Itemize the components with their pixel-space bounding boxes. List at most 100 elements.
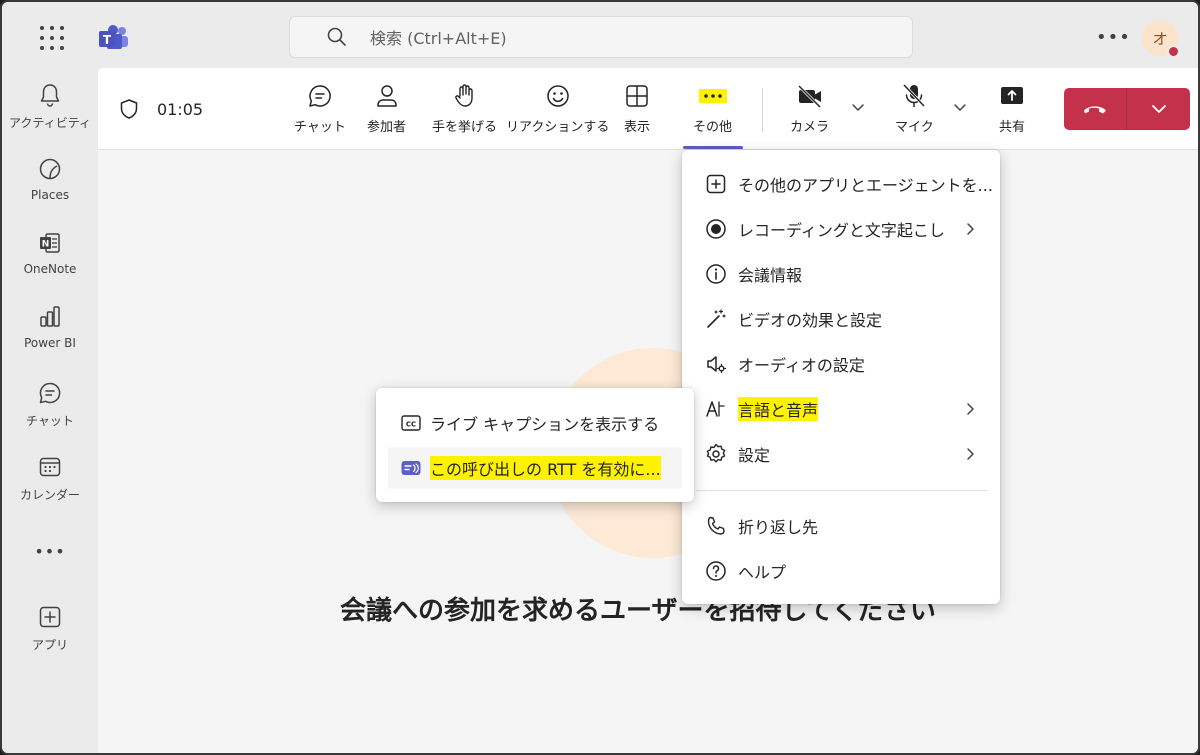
- avatar[interactable]: オ: [1142, 20, 1180, 58]
- menu-item-recording[interactable]: レコーディングと文字起こし: [682, 209, 1000, 249]
- chevron-right-icon: [967, 223, 974, 235]
- more-horizontal-icon: [698, 89, 727, 103]
- submenu-item-rtt[interactable]: この呼び出しの RTT を有効に...: [388, 447, 682, 489]
- shield-icon[interactable]: [118, 98, 140, 120]
- view-label: 表示: [623, 120, 650, 135]
- leave-meeting-button[interactable]: [1064, 88, 1190, 130]
- rail-item-more[interactable]: •••: [2, 542, 98, 612]
- presence-busy-icon: [1167, 45, 1180, 58]
- onenote-icon: N: [40, 233, 60, 253]
- menu-item-label: ヘルプ: [738, 563, 787, 582]
- menu-item-audio-settings[interactable]: オーディオの設定: [682, 344, 1000, 384]
- places-icon: [39, 158, 61, 180]
- bell-icon: [40, 84, 60, 107]
- settings-more-button[interactable]: •••: [1096, 27, 1131, 48]
- mic-label: マイク: [895, 120, 934, 135]
- app-launcher-icon[interactable]: [40, 26, 64, 50]
- camera-button[interactable]: カメラ: [790, 82, 829, 140]
- search-placeholder: 検索 (Ctrl+Alt+E): [370, 29, 507, 48]
- rtt-icon: [401, 461, 421, 475]
- chat-icon: [309, 85, 331, 107]
- emoji-icon: [546, 85, 569, 107]
- add-apps-icon: [39, 606, 61, 628]
- calendar-icon: [39, 457, 61, 477]
- cc-icon: CC: [401, 415, 421, 431]
- menu-item-label: 設定: [738, 446, 771, 465]
- hangup-button[interactable]: [1064, 88, 1127, 130]
- menu-item-label: レコーディングと文字起こし: [738, 221, 945, 240]
- search-box[interactable]: 検索 (Ctrl+Alt+E): [289, 16, 913, 58]
- teams-logo-icon: T: [99, 25, 128, 49]
- rail-item-calendar[interactable]: カレンダー: [2, 454, 98, 524]
- menu-item-language-speech[interactable]: 言語と音声: [682, 389, 1000, 429]
- svg-text:T: T: [103, 33, 112, 47]
- add-square-icon: [706, 174, 726, 194]
- chat-button[interactable]: チャット: [294, 82, 346, 140]
- people-button[interactable]: 参加者: [367, 82, 406, 140]
- view-button[interactable]: 表示: [623, 82, 651, 140]
- rail-item-powerbi[interactable]: Power BI: [2, 304, 98, 374]
- menu-item-meeting-info[interactable]: 会議情報: [682, 254, 1000, 294]
- menu-item-more-apps[interactable]: その他のアプリとエージェントを...: [682, 164, 1000, 204]
- submenu-item-label: ライブ キャプションを表示する: [430, 415, 660, 434]
- rail-label: アクティビティ: [9, 116, 91, 130]
- rail-item-apps[interactable]: アプリ: [2, 604, 98, 674]
- mic-button[interactable]: マイク: [895, 82, 934, 140]
- menu-item-label: 言語と音声: [738, 397, 819, 421]
- chat-icon: [39, 382, 61, 404]
- submenu-item-label: この呼び出しの RTT を有効に...: [430, 456, 661, 480]
- rail-label: チャット: [26, 414, 74, 428]
- menu-item-help[interactable]: ヘルプ: [682, 551, 1000, 591]
- menu-item-label: 折り返し先: [738, 518, 819, 537]
- react-button[interactable]: リアクションする: [506, 82, 609, 140]
- more-icon: •••: [34, 542, 66, 561]
- rail-label: アプリ: [31, 638, 68, 652]
- raise-hand-button[interactable]: 手を挙げる: [432, 82, 497, 140]
- more-actions-button[interactable]: その他: [693, 82, 732, 140]
- person-icon: [376, 85, 397, 107]
- rail-item-places[interactable]: Places: [2, 156, 98, 226]
- avatar-initial: オ: [1152, 29, 1168, 48]
- rail-item-chat[interactable]: チャット: [2, 380, 98, 450]
- record-icon: [706, 219, 726, 239]
- mic-options-chevron-icon[interactable]: [953, 102, 967, 112]
- language-icon: [706, 401, 725, 417]
- camera-label: カメラ: [790, 120, 830, 135]
- rail-label: Power BI: [24, 336, 76, 350]
- menu-item-settings[interactable]: 設定: [682, 434, 1000, 474]
- mic-off-icon: [903, 83, 926, 108]
- toolbar-divider: [762, 88, 763, 132]
- rail-item-activity[interactable]: アクティビティ: [2, 82, 98, 152]
- more-actions-menu: その他のアプリとエージェントを... レコーディングと文字起こし 会議情報 ビデ…: [682, 150, 1000, 604]
- teams-window: T 検索 (Ctrl+Alt+E) ••• オ アクティビティ Places N…: [0, 0, 1200, 755]
- app-rail: アクティビティ Places N OneNote Power BI チャット カ…: [2, 68, 98, 753]
- language-submenu: CC ライブ キャプションを表示する この呼び出しの RTT を有効に...: [376, 388, 694, 502]
- menu-item-call-me-back[interactable]: 折り返し先: [682, 506, 1000, 546]
- raise-hand-icon: [454, 84, 473, 107]
- submenu-item-live-captions[interactable]: CC ライブ キャプションを表示する: [388, 402, 682, 444]
- menu-item-label: オーディオの設定: [738, 356, 865, 375]
- speaker-settings-icon: [707, 356, 727, 374]
- chevron-right-icon: [967, 448, 974, 460]
- menu-item-label: ビデオの効果と設定: [738, 311, 883, 330]
- help-icon: [706, 561, 726, 581]
- search-icon: [327, 27, 346, 46]
- people-label: 参加者: [367, 120, 407, 135]
- powerbi-icon: [40, 306, 60, 327]
- share-button[interactable]: 共有: [998, 82, 1026, 140]
- react-label: リアクションする: [506, 120, 610, 135]
- rail-label: OneNote: [23, 262, 77, 276]
- svg-text:CC: CC: [406, 421, 416, 429]
- menu-item-label: その他のアプリとエージェントを...: [738, 176, 993, 195]
- phone-icon: [707, 516, 725, 535]
- menu-item-video-effects[interactable]: ビデオの効果と設定: [682, 299, 1000, 339]
- camera-options-chevron-icon[interactable]: [851, 102, 865, 112]
- svg-text:N: N: [42, 240, 50, 250]
- rail-label: カレンダー: [19, 488, 80, 502]
- menu-item-label: 会議情報: [738, 266, 803, 285]
- camera-off-icon: [797, 84, 821, 109]
- leave-options-button[interactable]: [1127, 88, 1190, 130]
- rail-label: Places: [30, 188, 70, 202]
- chevron-right-icon: [967, 403, 974, 415]
- rail-item-onenote[interactable]: N OneNote: [2, 230, 98, 300]
